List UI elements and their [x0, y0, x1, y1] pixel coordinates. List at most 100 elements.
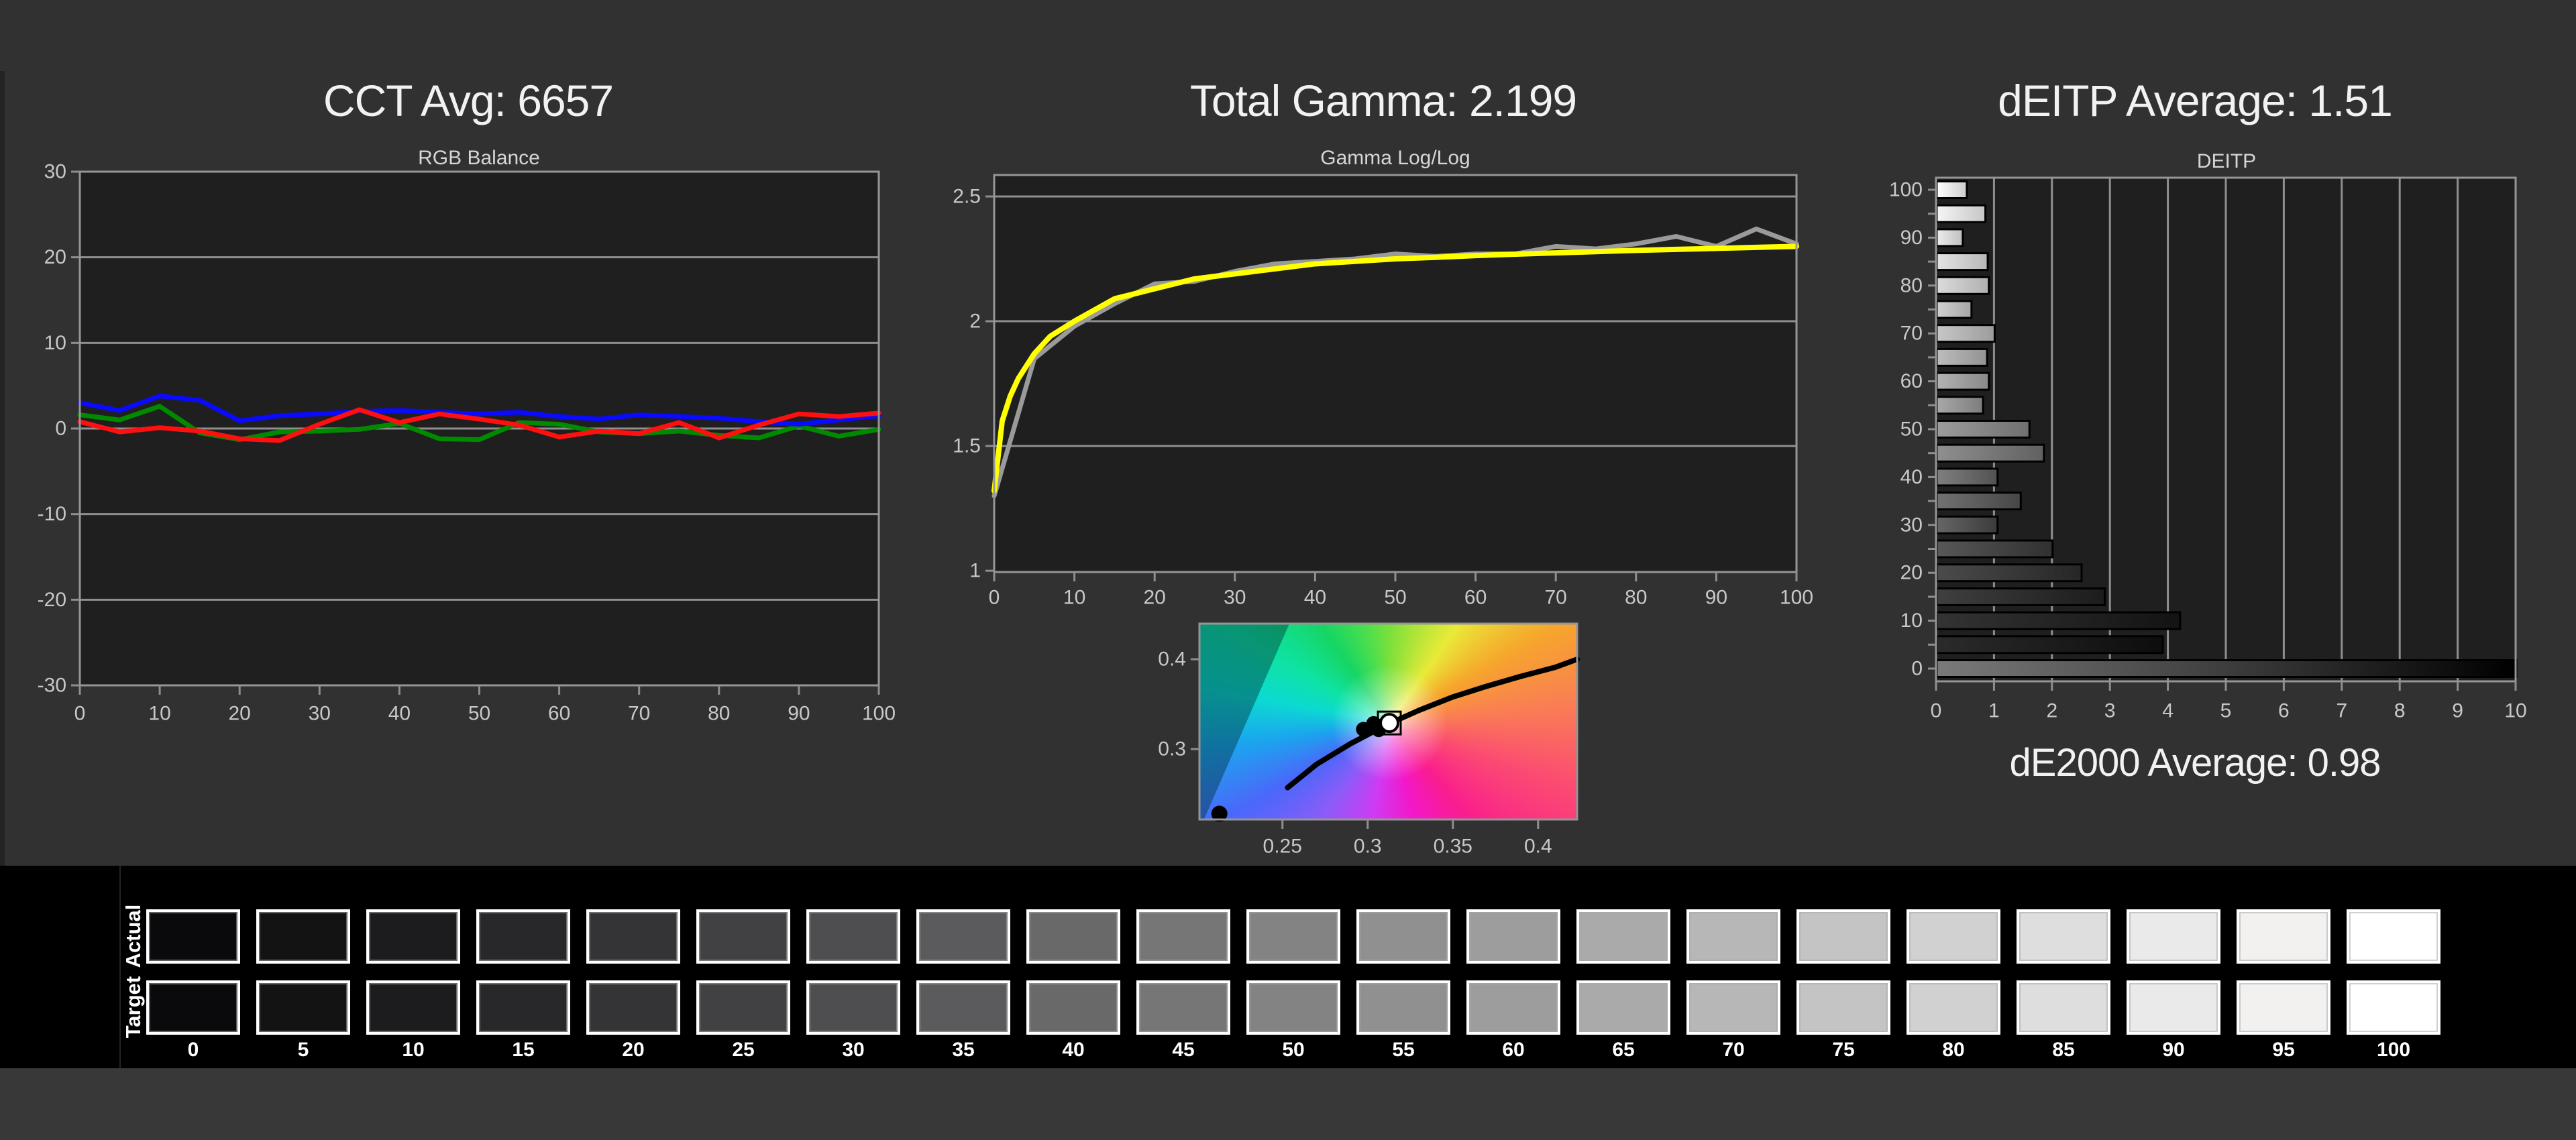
gamma-x-axis-label: 80	[1625, 587, 1647, 609]
grayscale-swatch-actual-65	[1576, 909, 1670, 964]
grayscale-swatch-target-20	[586, 980, 680, 1035]
grayscale-swatch-target-80	[1907, 980, 2000, 1035]
deitp-bar-40	[1935, 467, 1999, 487]
rgb-x-axis-label: 0	[74, 703, 86, 725]
deitp-x-axis-label: 0	[1931, 700, 1942, 722]
grayscale-level-label: 0	[187, 1039, 199, 1061]
deitp-x-axis-label: 2	[2046, 700, 2057, 722]
deitp-bar-75	[1935, 300, 1973, 319]
grayscale-swatch-actual-35	[916, 909, 1010, 964]
gamma-x-axis-label: 60	[1464, 587, 1487, 609]
grayscale-swatch-target-70	[1686, 980, 1780, 1035]
grayscale-swatch-actual-60	[1466, 909, 1560, 964]
grayscale-swatch-target-45	[1136, 980, 1230, 1035]
grayscale-swatch-target-60	[1466, 980, 1560, 1035]
rgb-y-axis-label: -30	[38, 675, 66, 697]
grayscale-swatch-target-10	[366, 980, 460, 1035]
gamma-y-axis-label: 1.5	[953, 435, 981, 457]
grayscale-swatch-target-25	[696, 980, 790, 1035]
gamma-x-axis-label: 20	[1144, 587, 1166, 609]
rgb-x-axis-label: 60	[548, 703, 570, 725]
grayscale-swatch-target-0	[146, 980, 240, 1035]
grayscale-swatch-actual-15	[476, 909, 570, 964]
rgb-y-axis-label: -10	[38, 503, 66, 525]
calibration-report-screen: CCT Avg: 6657 Total Gamma: 2.199 dEITP A…	[0, 0, 2576, 1140]
grayscale-swatch-target-5	[256, 980, 350, 1035]
rgb-y-axis-label: 20	[44, 246, 66, 268]
grayscale-swatch-actual-95	[2237, 909, 2330, 964]
deitp-y-axis-label: 20	[1900, 562, 1923, 584]
deitp-y-axis-label: 70	[1900, 323, 1923, 345]
deitp-bar-0	[1935, 659, 2518, 678]
deitp-bar-95	[1935, 204, 1987, 223]
cie-white-point	[1379, 713, 1400, 734]
grayscale-swatch-target-75	[1796, 980, 1890, 1035]
gamma-x-axis-label: 0	[989, 587, 1000, 609]
deitp-x-axis-label: 4	[2162, 700, 2174, 722]
grayscale-swatch-actual-10	[366, 909, 460, 964]
deitp-bar-70	[1935, 324, 1996, 343]
deitp-bar-5	[1935, 635, 2164, 654]
cie-x-axis-label: 0.25	[1263, 836, 1302, 858]
deitp-y-axis-label: 0	[1911, 658, 1923, 680]
cie-x-axis-label: 0.35	[1434, 836, 1472, 858]
gamma-x-axis-label: 100	[1780, 587, 1813, 609]
rgb-y-axis-label: 30	[44, 161, 66, 183]
deitp-bar-90	[1935, 228, 1964, 247]
grayscale-level-label: 75	[1832, 1039, 1855, 1061]
below-strip-band	[0, 1068, 2576, 1140]
grayscale-strip: Actual Target 0 5 10 15 20 25 30 35 40 45 50 55 60 65…	[0, 866, 2576, 1068]
deitp-y-axis-label: 30	[1900, 514, 1923, 536]
deitp-y-axis-label: 90	[1900, 227, 1923, 249]
rgb-x-axis-label: 70	[628, 703, 650, 725]
grayscale-level-label: 90	[2162, 1039, 2185, 1061]
cie-x-axis-label: 0.3	[1354, 836, 1382, 858]
grayscale-level-label: 100	[2376, 1039, 2411, 1061]
grayscale-swatch-actual-45	[1136, 909, 1230, 964]
gamma-x-axis-label: 50	[1384, 587, 1406, 609]
deitp-y-axis-label: 80	[1900, 274, 1923, 296]
deitp-bar-20	[1935, 563, 2083, 583]
deitp-x-axis-label: 9	[2452, 700, 2463, 722]
deitp-bar-45	[1935, 443, 2045, 463]
deitp-bar-65	[1935, 347, 1988, 367]
grayscale-swatch-target-95	[2237, 980, 2330, 1035]
deitp-x-axis-label: 10	[2504, 700, 2526, 722]
deitp-bar-80	[1935, 276, 1990, 295]
deitp-x-axis-label: 8	[2394, 700, 2406, 722]
grayscale-level-label: 65	[1612, 1039, 1635, 1061]
grayscale-swatch-target-15	[476, 980, 570, 1035]
deitp-y-axis-label: 50	[1900, 418, 1923, 441]
rgb-x-axis-label: 20	[229, 703, 251, 725]
grayscale-level-label: 5	[297, 1039, 309, 1061]
grayscale-level-label: 15	[512, 1039, 535, 1061]
deitp-y-axis-label: 10	[1900, 610, 1923, 632]
deitp-bar-30	[1935, 515, 1999, 534]
deitp-y-axis-label: 60	[1900, 370, 1923, 392]
rgb-y-axis-label: -20	[38, 589, 66, 611]
deitp-x-axis-label: 5	[2220, 700, 2232, 722]
deitp-bar-60	[1935, 372, 1990, 391]
cie-y-axis-label: 0.3	[1158, 738, 1186, 760]
gamma-x-axis-label: 40	[1304, 587, 1326, 609]
deitp-bar-50	[1935, 420, 2031, 439]
grayscale-swatch-target-55	[1356, 980, 1450, 1035]
gamma-x-axis-label: 30	[1224, 587, 1246, 609]
gamma-x-axis-label: 70	[1545, 587, 1567, 609]
cie-x-axis-label: 0.4	[1524, 836, 1552, 858]
deitp-x-axis-label: 7	[2336, 700, 2347, 722]
grayscale-swatch-actual-75	[1796, 909, 1890, 964]
deitp-bar-15	[1935, 587, 2106, 606]
grayscale-level-label: 40	[1062, 1039, 1085, 1061]
gamma-y-axis-label: 2.5	[953, 186, 981, 208]
grayscale-level-label: 50	[1282, 1039, 1305, 1061]
grayscale-swatch-target-65	[1576, 980, 1670, 1035]
rgb-x-axis-label: 100	[862, 703, 896, 725]
grayscale-level-label: 80	[1942, 1039, 1965, 1061]
grayscale-swatch-actual-25	[696, 909, 790, 964]
grayscale-swatch-actual-50	[1246, 909, 1340, 964]
grayscale-swatch-target-30	[806, 980, 900, 1035]
grayscale-level-label: 20	[622, 1039, 645, 1061]
grayscale-swatch-target-100	[2347, 980, 2440, 1035]
grayscale-swatch-actual-90	[2127, 909, 2220, 964]
